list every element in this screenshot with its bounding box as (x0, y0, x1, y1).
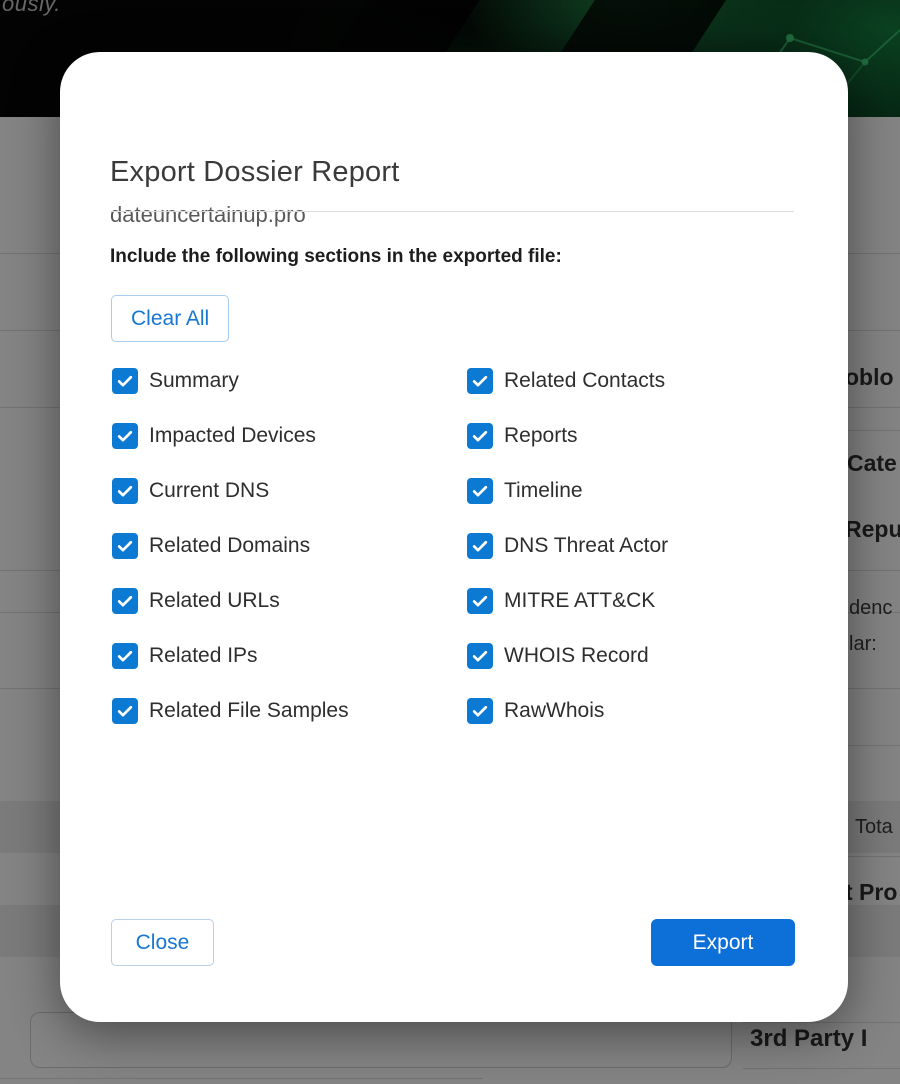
checked-checkbox[interactable] (467, 698, 493, 724)
checkbox-label[interactable]: Related Contacts (504, 369, 665, 393)
export-dossier-modal: Export Dossier Report dateuncertainup.pr… (60, 52, 848, 1022)
modal-content: Export Dossier Report dateuncertainup.pr… (60, 52, 848, 1022)
checked-checkbox[interactable] (112, 368, 138, 394)
checkmark-icon (115, 481, 135, 501)
checked-checkbox[interactable] (112, 423, 138, 449)
checkbox-item-rawwhois[interactable]: RawWhois (467, 698, 822, 724)
export-button[interactable]: Export (651, 919, 795, 966)
checkmark-icon (470, 481, 490, 501)
checkbox-item-related-file-samples[interactable]: Related File Samples (112, 698, 467, 724)
sections-checkbox-grid: Summary Impacted Devices Current DNS Rel… (112, 368, 822, 724)
checkbox-item-dns-threat-actor[interactable]: DNS Threat Actor (467, 533, 822, 559)
checkmark-icon (470, 371, 490, 391)
checkbox-label[interactable]: MITRE ATT&CK (504, 589, 655, 613)
domain-name: dateuncertainup.pro (110, 202, 306, 228)
checked-checkbox[interactable] (467, 368, 493, 394)
checkbox-item-related-contacts[interactable]: Related Contacts (467, 368, 822, 394)
checked-checkbox[interactable] (467, 478, 493, 504)
clear-all-button[interactable]: Clear All (111, 295, 229, 342)
checkbox-label[interactable]: Timeline (504, 479, 583, 503)
checkmark-icon (470, 701, 490, 721)
checkbox-item-current-dns[interactable]: Current DNS (112, 478, 467, 504)
checked-checkbox[interactable] (112, 643, 138, 669)
checkbox-item-timeline[interactable]: Timeline (467, 478, 822, 504)
checkbox-label[interactable]: Summary (149, 369, 239, 393)
checkbox-label[interactable]: Impacted Devices (149, 424, 316, 448)
clear-all-label: Clear All (131, 307, 209, 331)
checked-checkbox[interactable] (112, 588, 138, 614)
checkbox-label[interactable]: Reports (504, 424, 578, 448)
checkmark-icon (115, 701, 135, 721)
checked-checkbox[interactable] (112, 698, 138, 724)
checked-checkbox[interactable] (467, 533, 493, 559)
section-heading: Include the following sections in the ex… (110, 246, 562, 268)
checkmark-icon (470, 426, 490, 446)
checkmark-icon (470, 591, 490, 611)
checkbox-item-impacted-devices[interactable]: Impacted Devices (112, 423, 467, 449)
checkbox-item-related-urls[interactable]: Related URLs (112, 588, 467, 614)
checked-checkbox[interactable] (467, 643, 493, 669)
checkmark-icon (470, 536, 490, 556)
checkbox-label[interactable]: Related Domains (149, 534, 310, 558)
checkbox-label[interactable]: Related IPs (149, 644, 258, 668)
checkbox-item-related-domains[interactable]: Related Domains (112, 533, 467, 559)
checkbox-label[interactable]: RawWhois (504, 699, 604, 723)
modal-title: Export Dossier Report (110, 156, 399, 189)
checkbox-item-mitre-attack[interactable]: MITRE ATT&CK (467, 588, 822, 614)
checkmark-icon (115, 536, 135, 556)
checkmark-icon (115, 591, 135, 611)
divider (110, 211, 794, 212)
sections-column-right: Related Contacts Reports Timeline DNS Th… (467, 368, 822, 724)
checkbox-label[interactable]: Related URLs (149, 589, 280, 613)
checkbox-label[interactable]: WHOIS Record (504, 644, 649, 668)
checkmark-icon (115, 371, 135, 391)
close-button[interactable]: Close (111, 919, 214, 966)
checkbox-item-whois-record[interactable]: WHOIS Record (467, 643, 822, 669)
checkbox-label[interactable]: Current DNS (149, 479, 269, 503)
checked-checkbox[interactable] (112, 478, 138, 504)
checkbox-item-summary[interactable]: Summary (112, 368, 467, 394)
checked-checkbox[interactable] (112, 533, 138, 559)
checkbox-item-related-ips[interactable]: Related IPs (112, 643, 467, 669)
checked-checkbox[interactable] (467, 423, 493, 449)
checked-checkbox[interactable] (467, 588, 493, 614)
checkmark-icon (115, 426, 135, 446)
checkbox-item-reports[interactable]: Reports (467, 423, 822, 449)
sections-column-left: Summary Impacted Devices Current DNS Rel… (112, 368, 467, 724)
checkmark-icon (470, 646, 490, 666)
checkbox-label[interactable]: DNS Threat Actor (504, 534, 668, 558)
checkbox-label[interactable]: Related File Samples (149, 699, 349, 723)
checkmark-icon (115, 646, 135, 666)
